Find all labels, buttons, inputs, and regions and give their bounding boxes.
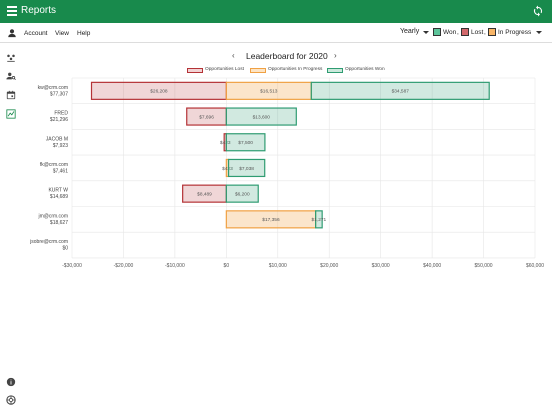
sidebar <box>0 43 22 414</box>
x-tick-label: -$10,000 <box>165 263 185 269</box>
legend-won-label: Opportunities Won <box>345 67 385 72</box>
menu-account[interactable]: Account <box>24 30 48 37</box>
filters-dropdown-icon[interactable] <box>536 31 542 34</box>
x-tick-label: $0 <box>224 263 230 269</box>
x-tick-label: -$20,000 <box>114 263 134 269</box>
calendar-icon[interactable] <box>6 90 16 100</box>
row-name: fk@crm.com <box>40 162 68 168</box>
bar-won <box>225 107 297 126</box>
legend-in-progress-swatch <box>250 68 266 73</box>
row-name: FRED <box>54 111 68 117</box>
contacts-search-icon[interactable] <box>6 71 16 81</box>
separator: , <box>457 28 459 36</box>
legend-lost-swatch <box>187 68 203 73</box>
bar-value-label: $34,587 <box>392 89 410 95</box>
menu-view[interactable]: View <box>55 30 69 37</box>
x-tick-label: $60,000 <box>526 263 544 269</box>
x-tick-label: $10,000 <box>269 263 287 269</box>
bar-won <box>225 133 266 152</box>
leaderboard-chart: -$30,000 -$20,000 -$10,000 $0 $10,000 $20,000… <box>29 77 544 269</box>
x-tick-label: $40,000 <box>423 263 441 269</box>
menu-help[interactable]: Help <box>77 30 90 37</box>
bar-won <box>315 210 323 229</box>
previous-year-icon[interactable]: ‹ <box>232 51 235 60</box>
row-name: JACOB M <box>46 136 68 142</box>
reports-chart-icon[interactable] <box>6 109 16 119</box>
row-name: jm@crm.com <box>37 213 68 219</box>
bar-value-label: $423 <box>220 140 231 146</box>
bar-value-label: $8,489 <box>197 191 212 197</box>
menu-bar: Account View Help Yearly Won , Lost , In… <box>0 23 552 43</box>
row-name: KURT W <box>48 188 68 194</box>
account-icon[interactable] <box>7 28 17 38</box>
row-name: kw@crm.com <box>38 85 68 91</box>
bar-won <box>227 158 266 178</box>
bar-lost <box>223 133 227 152</box>
bar-value-label: $7,696 <box>199 114 214 120</box>
lost-label: Lost <box>471 28 484 36</box>
bar-value-label: $17,356 <box>262 217 280 223</box>
bar-value-label: $26,208 <box>150 89 168 95</box>
row-total: $77,307 <box>50 91 68 97</box>
row-total: $7,923 <box>53 143 69 149</box>
x-tick-label: $50,000 <box>475 263 493 269</box>
bar-value-label: $1,271 <box>312 217 327 223</box>
lost-checkbox[interactable] <box>461 28 469 36</box>
app-title: Reports <box>21 5 57 16</box>
x-tick-label: $20,000 <box>320 263 338 269</box>
bar-in-progress <box>225 210 317 229</box>
separator: , <box>484 28 486 36</box>
won-label: Won <box>443 28 457 36</box>
row-total: $18,627 <box>50 220 68 226</box>
leads-icon[interactable] <box>6 53 16 63</box>
bar-value-label: $7,038 <box>239 166 254 172</box>
in-progress-label: In Progress <box>498 28 532 36</box>
row-total: $0 <box>62 246 68 252</box>
refresh-icon[interactable] <box>532 5 544 17</box>
bar-value-label: $16,513 <box>260 89 278 95</box>
won-checkbox[interactable] <box>433 28 441 36</box>
legend-in-progress-label: Opportunities In Progress <box>268 67 323 72</box>
legend-won-swatch <box>327 68 343 73</box>
row-total: $21,296 <box>50 117 68 123</box>
info-icon[interactable] <box>6 377 16 387</box>
x-tick-label: $30,000 <box>372 263 390 269</box>
row-total: $14,689 <box>50 194 68 200</box>
x-tick-label: -$30,000 <box>62 263 82 269</box>
bar-in-progress <box>225 81 312 100</box>
bar-lost <box>182 184 227 203</box>
next-year-icon[interactable]: › <box>334 51 337 60</box>
bar-lost <box>90 81 227 100</box>
app-header: Reports <box>0 0 552 23</box>
bar-won <box>225 184 259 203</box>
row-name: jsobre@crm.com <box>29 239 68 245</box>
period-dropdown-icon[interactable] <box>423 31 429 34</box>
in-progress-checkbox[interactable] <box>488 28 496 36</box>
bar-value-label: $7,500 <box>238 140 253 146</box>
bar-in-progress <box>225 158 230 178</box>
bar-value-label: $423 <box>222 166 233 172</box>
row-total: $7,461 <box>53 168 69 174</box>
bar-value-label: $6,200 <box>235 191 250 197</box>
period-select[interactable]: Yearly <box>400 28 419 35</box>
legend-lost-label: Opportunities Lost <box>205 67 244 72</box>
support-icon[interactable] <box>6 395 16 405</box>
bar-lost <box>186 107 227 126</box>
bar-value-label: $13,600 <box>253 114 271 120</box>
hamburger-menu-icon[interactable] <box>7 6 17 16</box>
bar-won <box>310 81 490 100</box>
chart-title: Leaderboard for 2020 <box>246 51 328 61</box>
